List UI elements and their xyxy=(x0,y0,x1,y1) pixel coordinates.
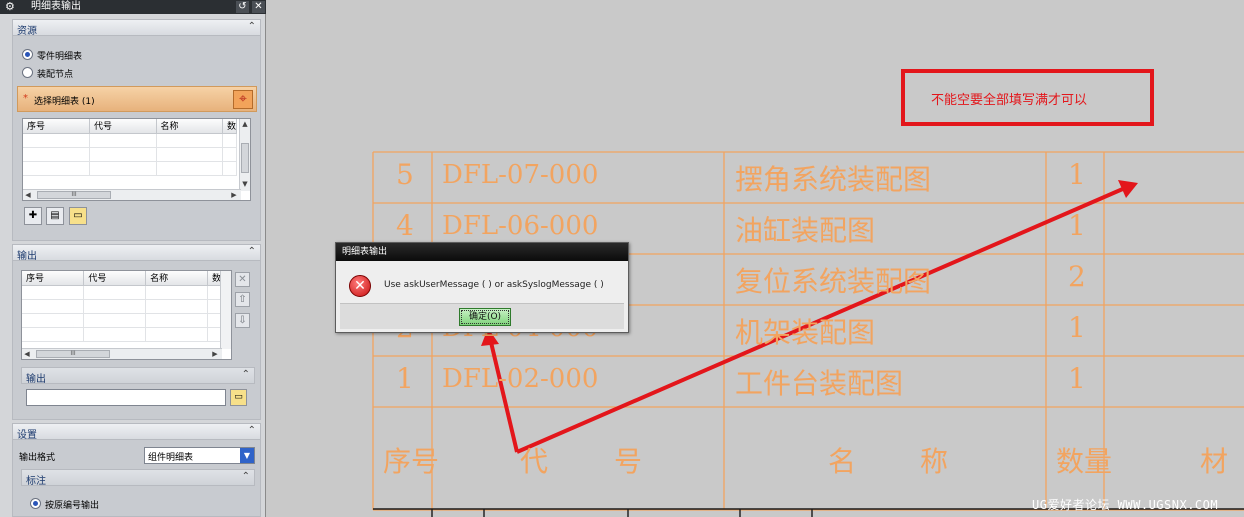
header-code-1: 代 xyxy=(520,445,549,478)
row-2-name: 机架装配图 xyxy=(735,316,876,349)
row-4-code: DFL-06-000 xyxy=(442,211,599,241)
annotation-note-text: 不能空要全部填写满才可以 xyxy=(931,93,1088,108)
row-1-code: DFL-02-000 xyxy=(442,364,599,394)
row-3-name: 复位系统装配图 xyxy=(735,265,932,298)
row-4-no: 4 xyxy=(396,209,414,242)
header-no: 序号 xyxy=(383,445,440,478)
row-2-qty: 1 xyxy=(1068,311,1086,344)
row-3-qty: 2 xyxy=(1068,260,1086,293)
error-icon: ✕ xyxy=(349,275,371,297)
dialog-title: 明细表输出 xyxy=(336,243,628,261)
row-1-name: 工件台装配图 xyxy=(735,367,904,400)
header-material: 材 xyxy=(1200,445,1229,478)
header-name-1: 名 xyxy=(828,445,857,478)
message-dialog: 明细表输出 ✕ Use askUserMessage ( ) or askSys… xyxy=(335,242,629,333)
row-5-no: 5 xyxy=(396,158,414,191)
header-name-2: 称 xyxy=(920,445,949,478)
row-5-code: DFL-07-000 xyxy=(442,160,599,190)
annotation-note-box: 不能空要全部填写满才可以 xyxy=(901,69,1154,126)
row-1-qty: 1 xyxy=(1068,362,1086,395)
row-1-no: 1 xyxy=(396,362,414,395)
dialog-message: Use askUserMessage ( ) or askSyslogMessa… xyxy=(384,280,604,290)
dialog-button-bar: 确定(O) xyxy=(340,303,624,329)
header-code-2: 号 xyxy=(614,445,643,478)
row-5-qty: 1 xyxy=(1068,158,1086,191)
ok-button[interactable]: 确定(O) xyxy=(459,308,511,326)
row-5-name: 摆角系统装配图 xyxy=(735,163,932,196)
row-4-qty: 1 xyxy=(1068,209,1086,242)
header-qty: 数量 xyxy=(1056,445,1113,478)
watermark: UG爱好者论坛 WWW.UGSNX.COM xyxy=(1032,498,1219,512)
row-4-name: 油缸装配图 xyxy=(735,214,876,247)
